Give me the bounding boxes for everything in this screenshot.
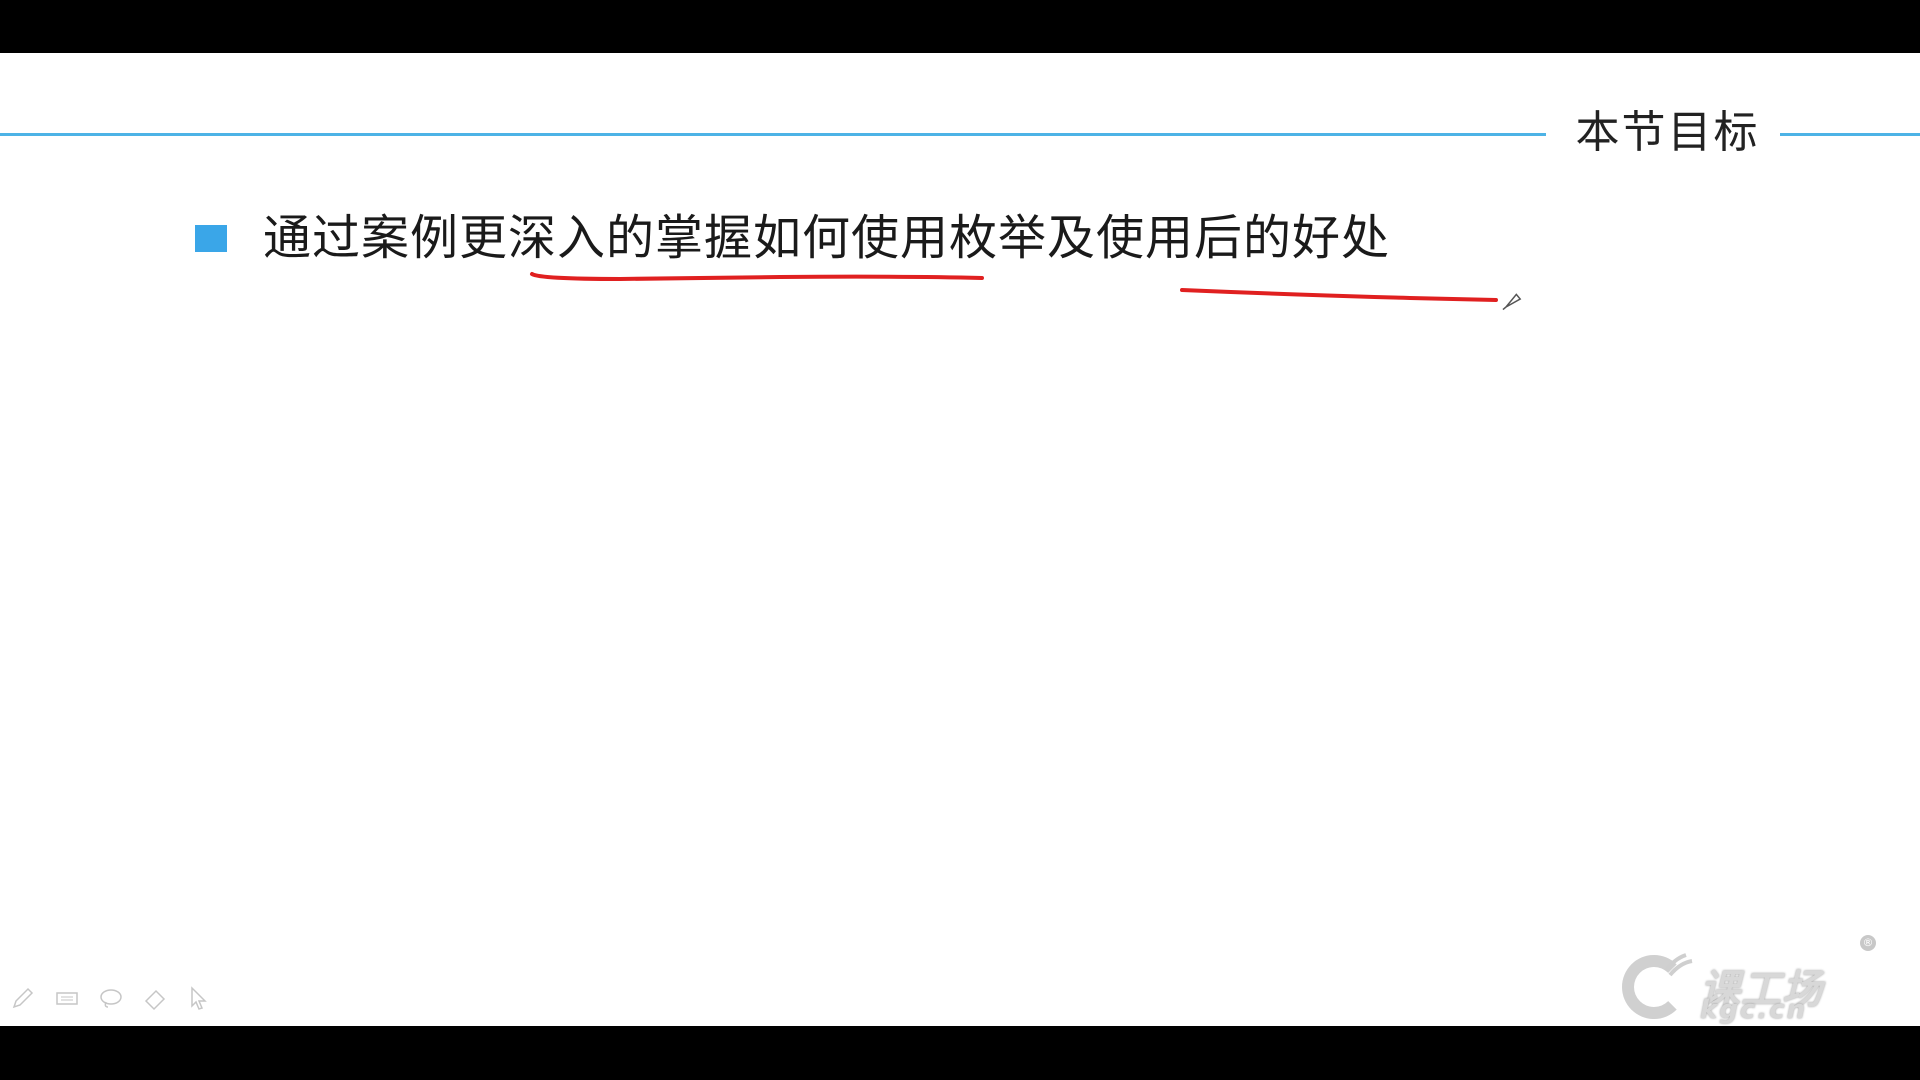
title-rule-left <box>0 133 1546 136</box>
bullet-item: 通过案例更深入的掌握如何使用枚举及使用后的好处 <box>195 203 1390 273</box>
signal-wave-icon <box>1664 953 1693 977</box>
pen-cursor-icon <box>1502 293 1522 311</box>
highlighter-icon[interactable] <box>54 985 80 1011</box>
annotation-toolbar <box>10 985 212 1011</box>
title-rule-right <box>1780 133 1920 136</box>
pen-icon[interactable] <box>10 985 36 1011</box>
slide-title: 本节目标 <box>1575 107 1760 158</box>
bullet-text: 通过案例更深入的掌握如何使用枚举及使用后的好处 <box>263 210 1391 266</box>
pointer-icon[interactable] <box>186 985 212 1011</box>
presentation-slide: 本节目标 通过案例更深入的掌握如何使用枚举及使用后的好处 课工场 kgc.cn … <box>0 53 1920 1026</box>
lasso-icon[interactable] <box>98 985 124 1011</box>
eraser-icon[interactable] <box>142 985 168 1011</box>
underline-annotation <box>1180 288 1498 302</box>
bullet-square-icon <box>195 224 227 252</box>
brand-logo: 课工场 kgc.cn ® <box>1610 933 1890 1023</box>
registered-mark: ® <box>1860 935 1876 951</box>
logo-brand-en: kgc.cn <box>1700 995 1808 1025</box>
pen-annotations <box>530 272 1522 311</box>
underline-annotation <box>530 272 984 282</box>
